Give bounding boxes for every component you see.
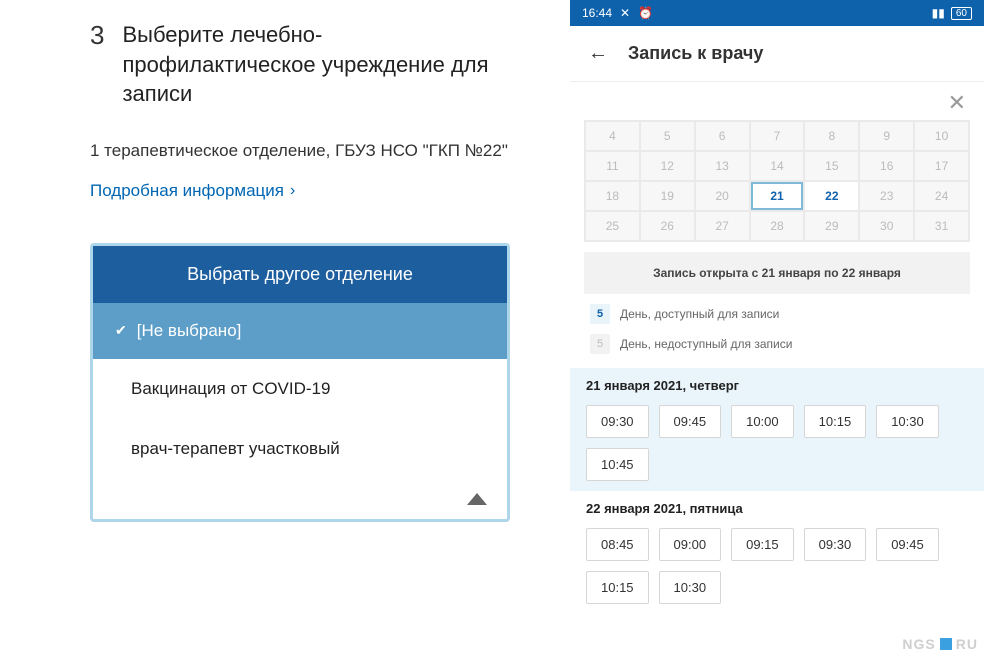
time-slot[interactable]: 10:30 [876, 405, 939, 438]
calendar-day: 30 [859, 211, 914, 241]
calendar-day: 24 [914, 181, 969, 211]
step-number: 3 [90, 20, 104, 109]
app-bar: ← Запись к врачу [570, 26, 984, 82]
status-bar: 16:44 ✕ ⏰ ▮▮ 60 [570, 0, 984, 26]
details-link[interactable]: Подробная информация › [90, 181, 510, 201]
legend-available-label: День, доступный для записи [620, 307, 779, 321]
calendar-grid: 45678910 11121314151617 18192021222324 2526… [584, 120, 970, 242]
calendar-day: 27 [695, 211, 750, 241]
back-arrow-icon[interactable]: ← [588, 42, 608, 65]
step-row: 3 Выберите лечебно-профилактическое учре… [90, 20, 510, 109]
calendar-day: 4 [585, 121, 640, 151]
left-panel: 3 Выберите лечебно-профилактическое учре… [0, 0, 570, 656]
battery-icon: 60 [951, 7, 972, 20]
calendar-day: 25 [585, 211, 640, 241]
calendar-day[interactable]: 21 [750, 181, 805, 211]
details-link-label: Подробная информация [90, 181, 284, 201]
close-icon[interactable]: ✕ [948, 90, 966, 116]
calendar-day: 20 [695, 181, 750, 211]
time-slot[interactable]: 09:45 [659, 405, 722, 438]
calendar-day: 12 [640, 151, 695, 181]
watermark: NGS RU [902, 636, 978, 652]
watermark-a: NGS [902, 636, 935, 652]
day-block: 22 января 2021, пятница 08:45 09:00 09:15 09… [570, 491, 984, 614]
slot-grid: 09:30 09:45 10:00 10:15 10:30 10:45 [586, 405, 968, 481]
calendar-day: 5 [640, 121, 695, 151]
calendar-day: 23 [859, 181, 914, 211]
calendar-day: 13 [695, 151, 750, 181]
dropdown-selected[interactable]: ✔ [Не выбрано] [93, 303, 507, 359]
status-time: 16:44 [582, 6, 612, 20]
legend-unavailable-label: День, недоступный для записи [620, 337, 792, 351]
calendar-day: 29 [804, 211, 859, 241]
calendar-day: 6 [695, 121, 750, 151]
time-slot[interactable]: 09:15 [731, 528, 794, 561]
chevron-right-icon: › [290, 182, 295, 200]
time-slot[interactable]: 10:15 [804, 405, 867, 438]
calendar-day: 15 [804, 151, 859, 181]
time-slot[interactable]: 09:30 [804, 528, 867, 561]
slot-grid: 08:45 09:00 09:15 09:30 09:45 10:15 10:30 [586, 528, 968, 604]
calendar-day: 10 [914, 121, 969, 151]
calendar-day: 31 [914, 211, 969, 241]
calendar-day: 17 [914, 151, 969, 181]
calendar-day: 14 [750, 151, 805, 181]
dropdown-header[interactable]: Выбрать другое отделение [93, 246, 507, 303]
time-slot[interactable]: 09:30 [586, 405, 649, 438]
legend-unavailable-box: 5 [590, 334, 610, 354]
appbar-title: Запись к врачу [628, 43, 763, 64]
dropdown-collapse[interactable] [93, 479, 507, 519]
time-slot[interactable]: 10:00 [731, 405, 794, 438]
alarm-icon: ⏰ [638, 6, 653, 20]
watermark-square-icon [940, 638, 952, 650]
mobile-screenshot: 16:44 ✕ ⏰ ▮▮ 60 ← Запись к врачу ✕ 45678… [570, 0, 984, 656]
availability-banner: Запись открыта с 21 января по 22 января [584, 252, 970, 294]
time-slot[interactable]: 09:45 [876, 528, 939, 561]
time-slot[interactable]: 10:45 [586, 448, 649, 481]
calendar-day: 28 [750, 211, 805, 241]
day-title: 22 января 2021, пятница [586, 501, 968, 516]
check-icon: ✔ [115, 322, 127, 339]
calendar-day: 16 [859, 151, 914, 181]
time-slot[interactable]: 10:30 [659, 571, 722, 604]
signal-icon: ▮▮ [932, 6, 945, 20]
time-slot[interactable]: 10:15 [586, 571, 649, 604]
calendar-day: 18 [585, 181, 640, 211]
dnd-icon: ✕ [620, 6, 630, 20]
day-block: 21 января 2021, четверг 09:30 09:45 10:00 10… [570, 368, 984, 491]
chevron-up-icon [467, 493, 487, 505]
calendar-day: 19 [640, 181, 695, 211]
calendar-day[interactable]: 22 [804, 181, 859, 211]
calendar-day: 8 [804, 121, 859, 151]
calendar-day: 11 [585, 151, 640, 181]
legend: 5 День, доступный для записи 5 День, нед… [570, 304, 984, 354]
watermark-b: RU [956, 636, 978, 652]
step-title: Выберите лечебно-профилактическое учрежд… [122, 20, 510, 109]
legend-available-box: 5 [590, 304, 610, 324]
calendar-day: 7 [750, 121, 805, 151]
department-dropdown[interactable]: Выбрать другое отделение ✔ [Не выбрано] … [90, 243, 510, 522]
day-title: 21 января 2021, четверг [586, 378, 968, 393]
time-slot[interactable]: 09:00 [659, 528, 722, 561]
dropdown-selected-label: [Не выбрано] [137, 321, 242, 341]
dropdown-option[interactable]: Вакцинация от COVID-19 [93, 359, 507, 419]
department-name: 1 терапевтическое отделение, ГБУЗ НСО "Г… [90, 139, 510, 163]
calendar-day: 9 [859, 121, 914, 151]
time-slot[interactable]: 08:45 [586, 528, 649, 561]
calendar-day: 26 [640, 211, 695, 241]
dropdown-option[interactable]: врач-терапевт участковый [93, 419, 507, 479]
